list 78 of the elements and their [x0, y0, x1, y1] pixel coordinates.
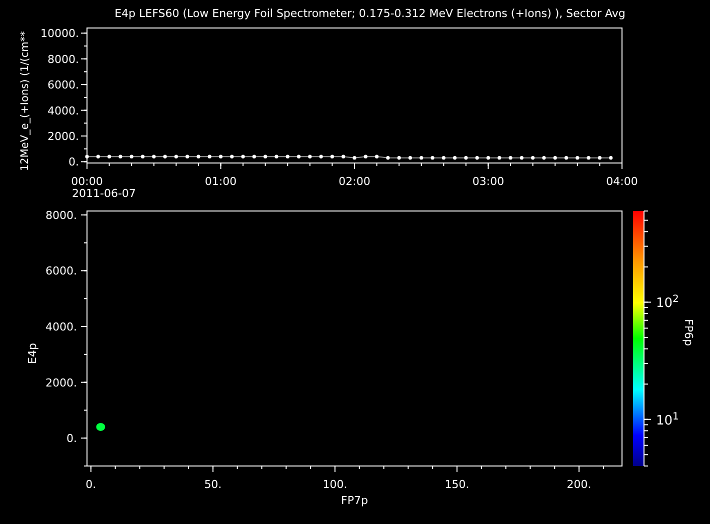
data-point: [520, 156, 524, 160]
data-point: [252, 154, 256, 158]
tick-label: 04:00: [606, 175, 638, 188]
tick-label: 00:00: [71, 175, 103, 188]
tick-label: 0.: [86, 478, 96, 491]
data-point: [241, 154, 245, 158]
data-point: [196, 154, 200, 158]
data-point: [118, 154, 122, 158]
tick-label: 8000.: [46, 208, 77, 222]
data-point: [386, 156, 390, 160]
data-point: [174, 154, 178, 158]
data-point: [286, 154, 290, 158]
data-point: [420, 156, 424, 160]
tick-label: 4000.: [48, 104, 79, 118]
tick-label: 150.: [444, 478, 470, 491]
data-point: [576, 156, 580, 160]
data-point: [442, 156, 446, 160]
data-point: [296, 154, 301, 158]
data-point: [130, 154, 134, 158]
data-point: [218, 154, 223, 158]
data-point: [208, 154, 212, 158]
data-point: [96, 154, 100, 158]
data-point: [430, 156, 434, 160]
date-label: 2011-06-07: [72, 187, 136, 198]
data-point: [96, 422, 106, 431]
tick-label: 6000.: [46, 264, 77, 278]
tick-label: 03:00: [472, 175, 504, 188]
data-point: [598, 156, 602, 160]
tick-label: 2000.: [46, 376, 77, 390]
data-point: [531, 156, 535, 160]
data-point: [498, 156, 502, 160]
data-point: [352, 156, 356, 160]
tick-label: 10$^{2}$: [656, 294, 679, 312]
data-point: [508, 156, 512, 160]
tick-label: 200.: [566, 478, 592, 491]
tick-label: 10000.: [40, 27, 79, 40]
data-point: [342, 154, 346, 158]
data-point: [319, 154, 323, 158]
data-point: [186, 154, 190, 158]
data-point: [464, 156, 468, 160]
tick-label: 2000.: [48, 130, 79, 143]
data-point: [475, 156, 479, 160]
tick-label: 6000.: [48, 78, 79, 92]
tick-label: 100.: [322, 478, 348, 491]
data-point: [152, 154, 156, 158]
data-point: [564, 156, 568, 160]
tick-label: 8000.: [48, 52, 79, 66]
data-point: [140, 154, 145, 158]
data-point: [163, 154, 167, 158]
data-point: [230, 154, 234, 158]
data-point: [264, 154, 268, 158]
data-point: [542, 156, 546, 160]
tick-label: 02:00: [338, 175, 370, 188]
data-point: [364, 154, 368, 158]
data-point: [308, 154, 312, 158]
tick-label: 01:00: [204, 175, 237, 188]
axis-title: 12MeV_e_(+Ions) (1/(cm**: [19, 31, 31, 171]
data-point: [553, 156, 557, 160]
data-point: [397, 156, 401, 160]
data-point: [609, 156, 613, 160]
data-point: [85, 154, 89, 158]
data-point: [486, 156, 490, 160]
data-point: [108, 154, 112, 158]
tick-label: 0.: [68, 156, 79, 169]
tick-label: 10$^{1}$: [656, 411, 679, 428]
tick-label: 0.: [66, 432, 77, 446]
tick-label: 50.: [204, 478, 222, 491]
axis-title: FP6p: [682, 319, 695, 346]
axis-title: E4p: [26, 343, 39, 364]
axis-title: FP7p: [341, 494, 368, 507]
data-point: [586, 156, 590, 160]
data-point: [375, 154, 379, 158]
tick-label: 4000.: [46, 320, 77, 334]
plot-title: E4p LEFS60 (Low Energy Foil Spectrometer; 0.175-0.312 MeV Electrons (+Ions) ), Sector Avg: [114, 6, 626, 22]
data-point: [453, 156, 457, 160]
data-point: [330, 154, 334, 158]
data-point: [274, 154, 278, 158]
data-point: [408, 156, 412, 160]
